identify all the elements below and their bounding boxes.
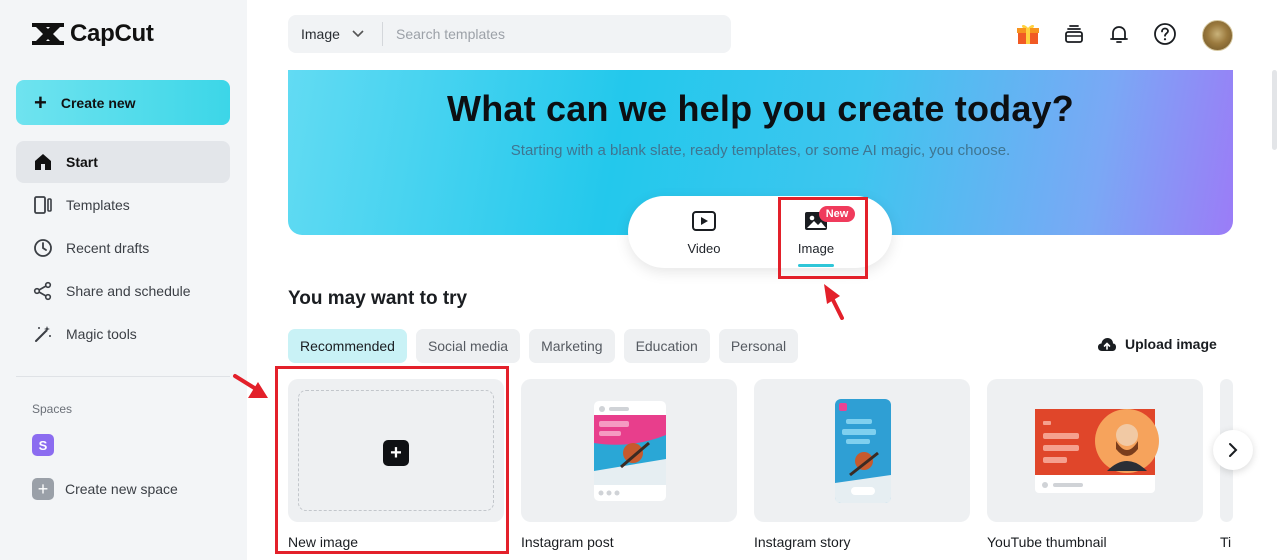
chip-education[interactable]: Education [623,329,710,363]
upload-image-label: Upload image [1125,336,1217,352]
templates-icon [32,194,54,216]
sidebar-item-templates[interactable]: Templates [16,184,230,226]
clock-icon [32,237,54,259]
sidebar-item-start[interactable]: Start [16,141,230,183]
plus-icon: + [34,89,47,115]
youtube-thumbnail-preview [1035,409,1159,493]
section-title: You may want to try [288,288,468,309]
chevron-right-icon [1229,443,1238,457]
sidebar-item-label: Share and schedule [66,283,191,299]
space-badge[interactable]: S [32,434,54,456]
upload-image-button[interactable]: Upload image [1097,336,1217,352]
stack-icon[interactable] [1059,19,1089,49]
sidebar-item-label: Recent drafts [66,240,150,256]
sidebar-item-recent-drafts[interactable]: Recent drafts [16,227,230,269]
active-tab-indicator [798,264,834,267]
create-new-space-label: Create new space [65,481,178,497]
gift-icon[interactable] [1013,19,1043,49]
search-type-dropdown[interactable]: Image [288,22,383,46]
chip-personal[interactable]: Personal [718,329,799,363]
tab-video-label: Video [687,241,721,256]
create-new-space-button[interactable]: + Create new space [32,478,178,500]
instagram-story-thumbnail [835,399,891,503]
video-play-icon [692,211,716,231]
brand-name: CapCut [70,20,154,47]
home-icon [32,151,54,173]
tab-video[interactable]: Video [664,210,744,256]
sidebar-item-label: Templates [66,197,130,213]
instagram-post-thumbnail [594,401,666,501]
sidebar-nav: Start Templates Recent drafts Share and … [16,141,230,356]
sidebar: CapCut + Create new Start Templates Rece… [0,0,247,560]
search-bar: Image [288,15,731,53]
create-new-button[interactable]: + Create new [16,80,230,125]
hero-subtitle: Starting with a blank slate, ready templ… [510,142,1011,159]
card-label: YouTube thumbnail [987,534,1107,550]
card-youtube-thumbnail[interactable] [987,379,1203,522]
arrow-icon [824,284,844,320]
plus-icon: + [383,440,409,466]
cloud-upload-icon [1098,338,1116,351]
sidebar-divider [16,376,230,377]
hero-title: What can we help you create today? [447,88,1074,129]
card-instagram-post[interactable] [521,379,737,522]
capcut-logo-icon [32,23,64,45]
help-icon[interactable] [1150,19,1180,49]
bell-icon[interactable] [1104,19,1134,49]
chip-recommended[interactable]: Recommended [288,329,407,363]
sidebar-item-share-schedule[interactable]: Share and schedule [16,270,230,312]
tab-image-label: Image [797,241,835,256]
card-new-image[interactable]: + [288,379,504,522]
carousel-next-button[interactable] [1213,430,1253,470]
sidebar-item-label: Magic tools [66,326,137,342]
card-label: New image [288,534,359,550]
card-label: Instagram post [521,534,614,550]
media-type-switcher: Video Image [628,196,892,268]
arrow-icon [233,374,268,398]
card-label: Instagram story [754,534,851,550]
chip-marketing[interactable]: Marketing [529,329,615,363]
share-icon [32,280,54,302]
search-type-value: Image [301,26,340,42]
card-instagram-story[interactable] [754,379,970,522]
card-label: Ti [1220,534,1232,550]
magic-wand-icon [32,323,54,345]
create-new-label: Create new [60,94,136,111]
sidebar-item-magic-tools[interactable]: Magic tools [16,313,230,355]
spaces-heading: Spaces [32,402,73,416]
brand-logo[interactable]: CapCut [32,20,154,48]
plus-icon: + [32,478,54,500]
scrollbar[interactable] [1272,70,1277,150]
sidebar-item-label: Start [66,154,98,170]
avatar[interactable] [1202,20,1233,51]
new-badge: New [819,206,855,222]
chip-social-media[interactable]: Social media [415,329,521,363]
search-input[interactable] [383,26,713,42]
chevron-down-icon [352,30,364,38]
category-chips: Recommended Social media Marketing Educa… [288,329,799,363]
